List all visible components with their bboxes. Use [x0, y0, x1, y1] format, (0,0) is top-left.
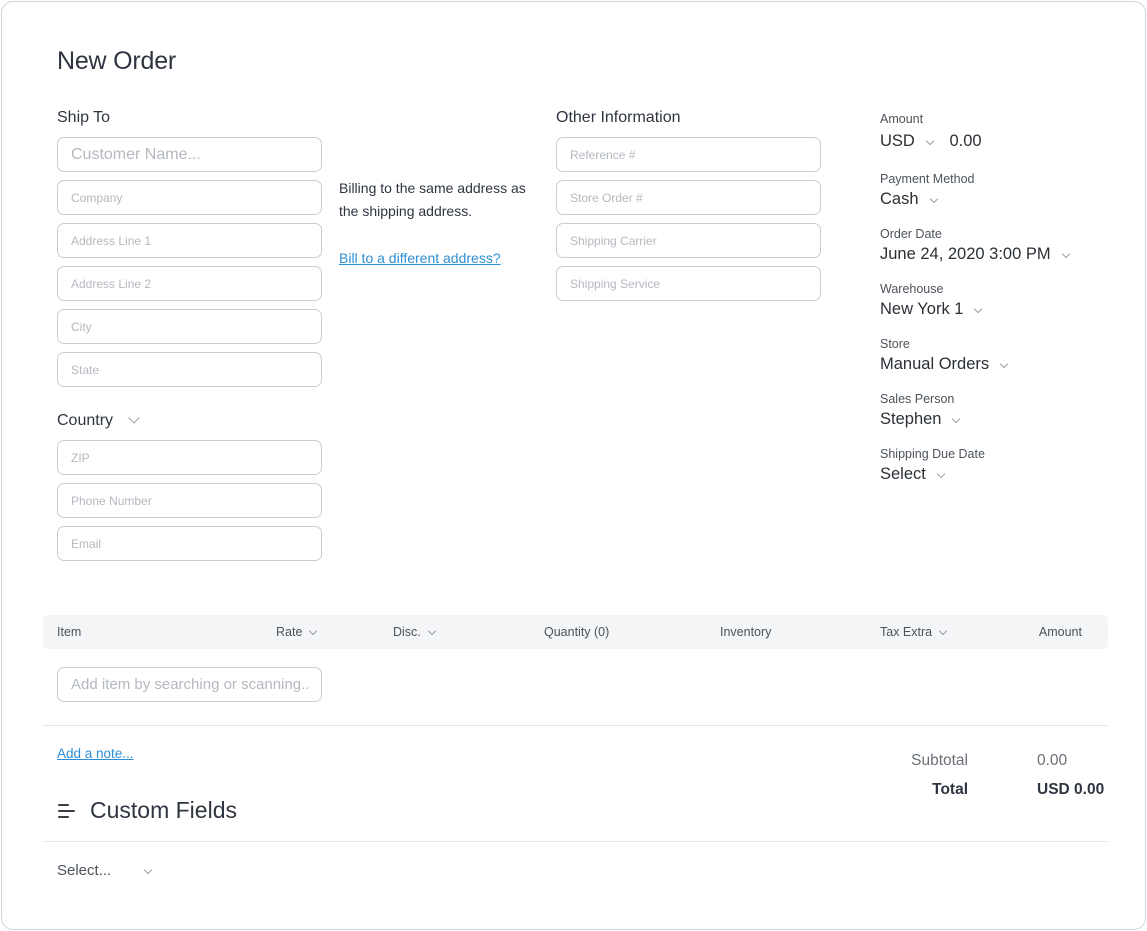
column-inventory: Inventory	[720, 625, 772, 639]
custom-fields-select-value: Select...	[57, 862, 112, 879]
column-amount: Amount	[1038, 625, 1082, 639]
chevron-down-icon	[974, 304, 983, 314]
warehouse-value: New York 1	[880, 300, 964, 318]
custom-fields-divider	[43, 841, 1108, 842]
shipping-due-date-select[interactable]: Select	[880, 465, 946, 484]
country-select[interactable]: Country	[57, 412, 141, 430]
other-information-label: Other Information	[556, 109, 681, 126]
order-date-label: Order Date	[880, 227, 942, 241]
amount-label: Amount	[880, 112, 924, 126]
email-input[interactable]	[57, 526, 322, 561]
store-order-input[interactable]	[556, 180, 821, 215]
column-item: Item	[57, 625, 82, 639]
total-value: USD 0.00	[1037, 781, 1105, 798]
address-line-1-input[interactable]	[57, 223, 322, 258]
chevron-down-icon	[999, 359, 1009, 369]
store-label: Store	[880, 337, 910, 351]
address-line-2-input[interactable]	[57, 266, 322, 301]
chevron-down-icon	[938, 626, 948, 636]
column-rate-label: Rate	[276, 625, 303, 639]
column-disc[interactable]: Disc.	[393, 625, 437, 639]
total-label: Total	[932, 781, 968, 798]
add-item-search-input[interactable]	[57, 667, 322, 702]
store-value: Manual Orders	[880, 355, 990, 373]
currency-value: USD	[880, 132, 915, 150]
custom-fields-title: Custom Fields	[90, 797, 237, 823]
column-tax-extra[interactable]: Tax Extra	[880, 625, 948, 639]
order-date-value: June 24, 2020 3:00 PM	[880, 245, 1051, 263]
chevron-down-icon	[952, 414, 961, 424]
reference-input[interactable]	[556, 137, 821, 172]
payment-method-value: Cash	[880, 190, 919, 208]
chevron-down-icon	[1061, 249, 1070, 259]
chevron-down-icon	[936, 469, 946, 479]
state-input[interactable]	[57, 352, 322, 387]
chevron-down-icon	[925, 136, 935, 146]
bill-different-address-link[interactable]: Bill to a different address?	[339, 250, 501, 266]
chevron-down-icon	[929, 194, 938, 204]
amount-field: USD 0.00	[880, 132, 982, 151]
shipping-due-date-value: Select	[880, 465, 926, 483]
order-date-select[interactable]: June 24, 2020 3:00 PM	[880, 245, 1070, 264]
sales-person-value: Stephen	[880, 410, 942, 428]
phone-input[interactable]	[57, 483, 322, 518]
shipping-carrier-input[interactable]	[556, 223, 821, 258]
amount-value[interactable]: 0.00	[949, 132, 981, 150]
zip-input[interactable]	[57, 440, 322, 475]
sales-person-label: Sales Person	[880, 392, 955, 406]
country-label: Country	[57, 412, 114, 429]
page-title: New Order	[57, 47, 177, 75]
items-divider	[43, 725, 1108, 726]
company-input[interactable]	[57, 180, 322, 215]
warehouse-label: Warehouse	[880, 282, 944, 296]
customer-name-input[interactable]	[57, 137, 322, 172]
column-quantity: Quantity (0)	[544, 625, 610, 639]
payment-method-select[interactable]: Cash	[880, 190, 938, 209]
chevron-down-icon	[128, 412, 141, 424]
billing-note: Billing to the same address as the shipp…	[339, 180, 526, 219]
warehouse-select[interactable]: New York 1	[880, 300, 983, 319]
shipping-due-date-label: Shipping Due Date	[880, 447, 985, 461]
chevron-down-icon	[143, 865, 153, 875]
chevron-down-icon	[309, 626, 318, 636]
chevron-down-icon	[427, 626, 437, 636]
currency-select[interactable]: USD	[880, 132, 935, 150]
column-rate[interactable]: Rate	[276, 625, 318, 639]
new-order-panel: New Order Ship To Country Billing to the…	[1, 1, 1146, 930]
store-select[interactable]: Manual Orders	[880, 355, 1009, 374]
column-tax-extra-label: Tax Extra	[880, 625, 933, 639]
add-note-link[interactable]: Add a note...	[57, 746, 134, 761]
subtotal-label: Subtotal	[911, 752, 968, 769]
shipping-service-input[interactable]	[556, 266, 821, 301]
menu-lines-icon	[58, 804, 75, 818]
column-disc-label: Disc.	[393, 625, 421, 639]
sales-person-select[interactable]: Stephen	[880, 410, 961, 429]
city-input[interactable]	[57, 309, 322, 344]
subtotal-value: 0.00	[1037, 752, 1068, 769]
payment-method-label: Payment Method	[880, 172, 975, 186]
ship-to-label: Ship To	[57, 109, 111, 126]
custom-fields-select[interactable]: Select...	[57, 862, 153, 879]
items-table-header: Item Rate Disc. Quantity (0) Inventory T…	[43, 615, 1108, 649]
